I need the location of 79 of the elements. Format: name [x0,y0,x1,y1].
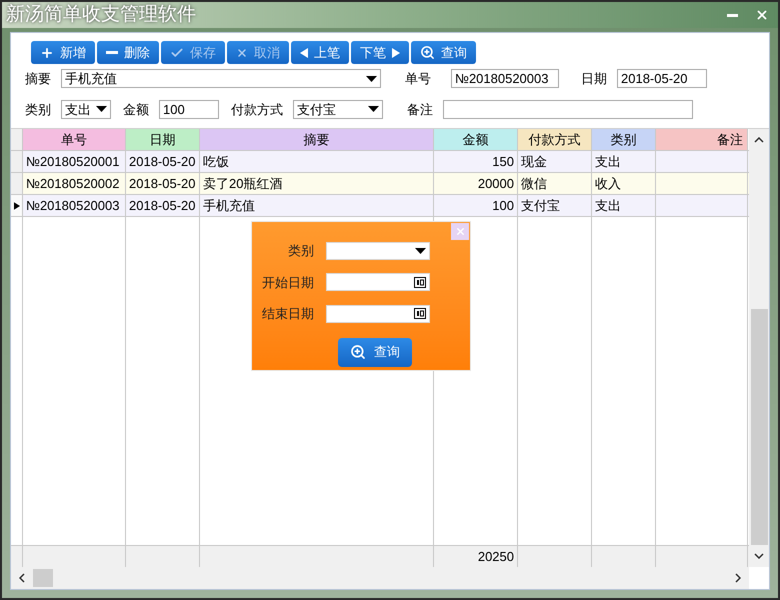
table-cell-text: 支出 [595,152,622,171]
field-label: 备注 [407,100,434,118]
field-label: 金额 [123,100,150,118]
field-label: 结束日期 [261,305,314,323]
table-cell-text: 2018-05-20 [129,174,196,193]
minimize-icon [726,14,738,16]
toolbar-button[interactable]: 删除 [97,41,159,64]
table-cell-text: 现金 [521,152,548,171]
scrollbar-thumb[interactable] [33,569,53,587]
table-cell-text: 2018-05-20 [129,196,196,215]
date-field[interactable] [326,304,430,323]
input-field[interactable]: 2018-05-20 [617,69,707,88]
caret-icon [96,106,107,112]
row-pointer-icon [14,200,20,210]
input-field[interactable] [443,100,693,119]
query-button[interactable]: 查询 [338,338,412,366]
caret-icon [415,248,426,254]
calendar-icon [414,276,426,288]
date-field[interactable] [326,273,430,292]
field-label: 付款方式 [231,100,284,118]
field-label: 日期 [581,70,608,88]
dropdown[interactable]: 支付宝 [293,100,383,119]
horizontal-scrollbar[interactable] [11,567,749,589]
column-header[interactable]: 类别 [592,129,656,150]
field-label: 类别 [287,242,314,260]
table-cell-text: 手机充值 [203,196,256,215]
close-icon [454,226,466,237]
table-cell-text: 支付宝 [521,196,561,215]
close-icon [755,8,769,22]
table-cell-text: №20180520003 [26,196,120,215]
table-cell-text: 100 [491,196,514,215]
right-triangle-icon [392,48,400,58]
close-icon [236,46,248,58]
table-cell-text: 2018-05-20 [129,152,196,171]
check-icon [170,46,184,60]
table-cell-text: 150 [491,152,514,171]
field-label: 摘要 [25,70,52,88]
calendar-icon [414,308,426,320]
table-cell-text: 卖了20瓶红酒 [203,174,284,193]
column-header[interactable]: 日期 [126,129,200,150]
column-header[interactable]: 摘要 [200,129,434,150]
caret-icon [368,106,379,112]
table-cell-text: 吃饭 [203,152,230,171]
minus-icon [106,51,118,54]
table-row[interactable]: №20180520003 2018-05-20 手机充值 100 支付宝 支出 [11,195,749,217]
table-cell-text: 微信 [521,174,548,193]
input-field[interactable]: №20180520003 [451,69,559,88]
table-row[interactable]: №20180520001 2018-05-20 吃饭 150 现金 支出 [11,151,749,173]
caret-icon [366,76,377,82]
dropdown[interactable]: 手机充值 [61,69,381,88]
search-icon [420,45,435,60]
field-label: 类别 [25,100,52,118]
toolbar-button[interactable]: 查询 [411,41,476,64]
scrollbar-thumb[interactable] [750,309,768,545]
toolbar-button[interactable]: 上笔 [291,41,349,64]
search-icon [350,344,366,360]
table-cell-text: 收入 [595,174,622,193]
table-cell-text: 支出 [595,196,622,215]
dropdown[interactable] [326,242,430,260]
window-title: 新汤简单收支管理软件 [5,2,197,27]
table-cell-text: 20000 [476,174,514,193]
left-triangle-icon [300,48,308,58]
plus-icon [40,46,54,60]
row-selector[interactable] [11,195,23,216]
vertical-scrollbar[interactable] [749,129,769,567]
column-header[interactable]: 金额 [434,129,518,150]
table-cell-text: №20180520002 [26,174,120,193]
total-amount: 20250 [478,548,514,566]
column-header[interactable]: 付款方式 [518,129,592,150]
dropdown[interactable]: 支出 [61,100,111,119]
table-cell-text: №20180520001 [26,152,120,171]
toolbar-button[interactable]: 新增 [31,41,95,64]
field-label: 开始日期 [261,274,314,292]
table-row[interactable]: №20180520002 2018-05-20 卖了20瓶红酒 20000 微信 收入 [11,173,749,195]
input-field[interactable]: 100 [159,100,219,119]
toolbar-button[interactable]: 下笔 [351,41,409,64]
column-header[interactable]: 单号 [23,129,126,150]
column-header[interactable]: 备注 [656,129,748,150]
field-label: 单号 [405,70,432,88]
